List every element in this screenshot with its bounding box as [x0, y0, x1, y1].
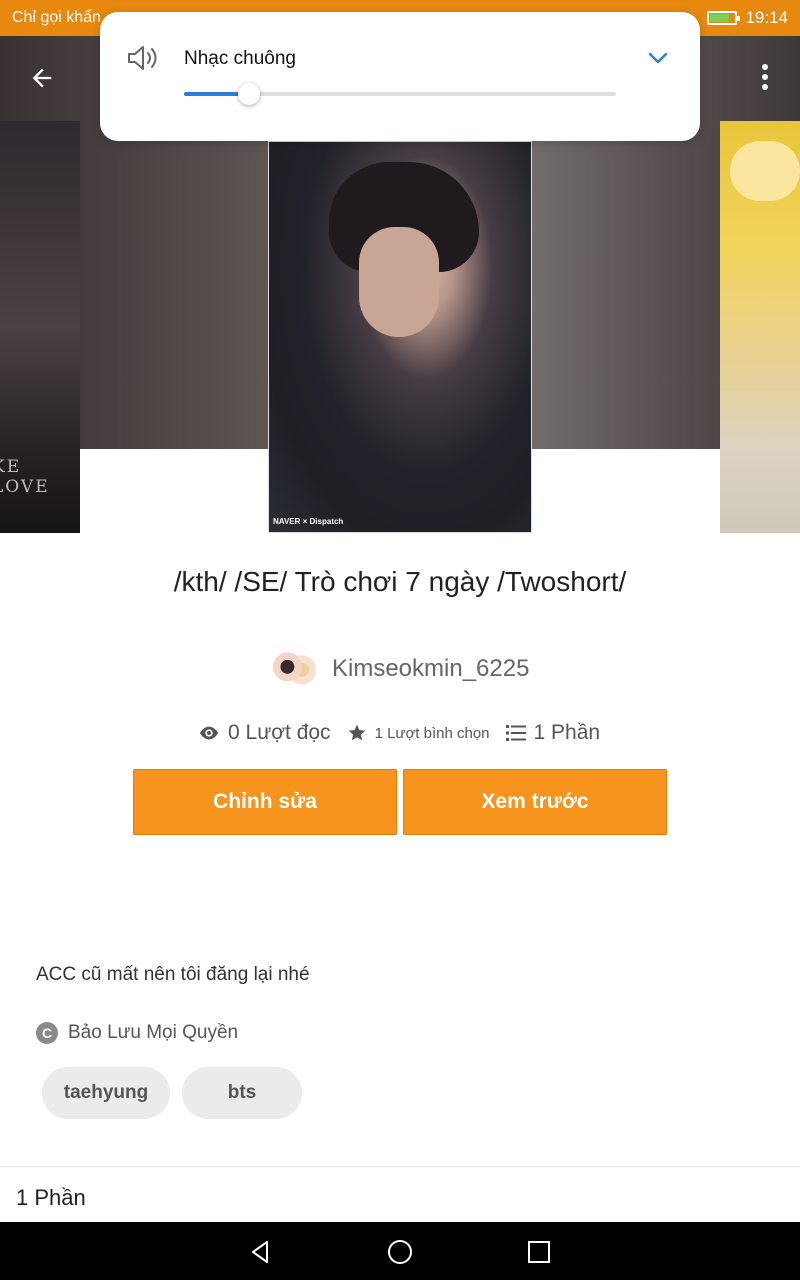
nav-back-icon[interactable]: [247, 1238, 275, 1266]
tag-chip[interactable]: taehyung: [42, 1067, 170, 1119]
next-cover-image[interactable]: [720, 121, 800, 533]
votes-stat: 1 Lượt bình chọn: [347, 723, 490, 743]
prev-cover-text: KE LOVE: [0, 457, 50, 497]
speaker-icon[interactable]: [126, 44, 160, 72]
battery-icon: [707, 11, 741, 25]
prev-cover-image[interactable]: KE LOVE: [0, 121, 80, 533]
parts-count-stat: 1 Phần: [533, 721, 601, 744]
tag-list: taehyung bts: [42, 1067, 302, 1119]
list-icon: [505, 725, 526, 741]
copyright-text: Bảo Lưu Mọi Quyền: [68, 1022, 239, 1043]
avatar[interactable]: [272, 647, 316, 691]
preview-button[interactable]: Xem trước: [403, 769, 667, 835]
more-options-button[interactable]: [750, 60, 780, 96]
story-description: ACC cũ mất nên tôi đăng lại nhé: [36, 964, 310, 985]
nav-home-icon[interactable]: [386, 1238, 414, 1266]
story-stats: 0 Lượt đọc 1 Lượt bình chọn 1 Phần: [198, 716, 616, 750]
volume-popup: Nhạc chuông: [100, 12, 700, 141]
copyright-row: C Bảo Lưu Mọi Quyền: [36, 1022, 238, 1044]
votes-count: 1 Lượt bình chọn: [374, 724, 490, 742]
tag-chip[interactable]: bts: [182, 1067, 302, 1119]
cover-watermark: NAVER × Dispatch: [273, 517, 344, 526]
arrow-left-icon: [32, 68, 52, 88]
status-right: 19:14: [707, 8, 788, 28]
author-name[interactable]: Kimseokmin_6225: [332, 655, 529, 683]
copyright-icon: C: [36, 1022, 58, 1044]
back-button[interactable]: [22, 60, 62, 96]
parts-section-header[interactable]: 1 Phần: [16, 1185, 86, 1211]
volume-slider-thumb[interactable]: [238, 83, 260, 105]
reads-stat: 0 Lượt đọc: [198, 721, 331, 745]
story-cover-image: NAVER × Dispatch: [268, 141, 532, 533]
divider: [0, 1166, 800, 1167]
carrier-text: Chỉ gọi khẩn: [12, 9, 101, 26]
reads-count: 0 Lượt đọc: [228, 721, 331, 744]
story-title: /kth/ /SE/ Trò chơi 7 ngày /Twoshort/: [173, 566, 627, 597]
chevron-down-icon[interactable]: [646, 46, 670, 70]
edit-button[interactable]: Chỉnh sửa: [133, 769, 397, 835]
volume-label: Nhạc chuông: [184, 48, 296, 69]
clock: 19:14: [745, 8, 788, 27]
star-icon: [348, 724, 365, 741]
volume-slider[interactable]: [184, 83, 616, 105]
eye-icon: [199, 726, 219, 740]
navigation-bar: [0, 1222, 800, 1280]
author-row[interactable]: Kimseokmin_6225: [272, 646, 529, 692]
parts-stat: 1 Phần: [505, 721, 601, 745]
nav-recent-icon[interactable]: [525, 1238, 553, 1266]
